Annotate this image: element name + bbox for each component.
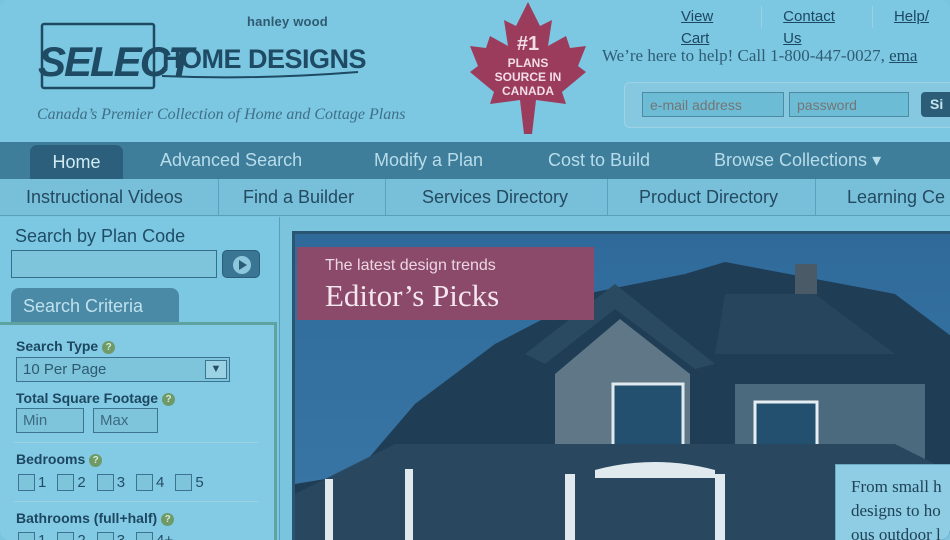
bathroom-option[interactable]: 1 (18, 532, 46, 540)
checkbox[interactable] (96, 532, 114, 540)
promo-text-box: From small h designs to ho ous outdoor l (835, 464, 950, 540)
bathrooms-label: Bathrooms (full+half)? (16, 510, 175, 526)
hero-banner[interactable]: The latest design trends Editor’s Picks … (292, 231, 950, 540)
bedroom-option[interactable]: 3 (96, 474, 126, 491)
badge-line-1: #1 (517, 33, 539, 55)
contact-us-link[interactable]: Contact Us (761, 6, 872, 47)
view-cart-link[interactable]: View Cart (660, 6, 761, 47)
page: hanley wood SELECT HOME DESIGNS Canada’s… (0, 0, 950, 540)
search-type-text: Search Type (16, 338, 99, 354)
email-link[interactable]: ema (889, 46, 917, 65)
main-nav: Home Advanced Search Modify a Plan Cost … (0, 142, 950, 179)
nav-instructional-videos[interactable]: Instructional Videos (26, 179, 183, 215)
checkbox[interactable] (18, 474, 35, 491)
bathroom-option[interactable]: 4+ (136, 532, 173, 540)
bedrooms-text: Bedrooms (16, 451, 86, 467)
badge-line-3: SOURCE IN (495, 70, 562, 84)
option-label: 2 (77, 474, 86, 491)
play-arrow-icon (233, 256, 251, 274)
option-label: 4 (156, 474, 165, 491)
bedroom-option[interactable]: 4 (136, 474, 164, 491)
email-field[interactable] (642, 92, 784, 117)
checkbox[interactable] (18, 532, 35, 540)
bathroom-options: 1 2 3 4+ (18, 532, 184, 540)
bedrooms-label: Bedrooms? (16, 451, 103, 467)
option-label: 5 (195, 474, 204, 491)
plan-code-input[interactable] (11, 250, 217, 278)
help-question-icon[interactable]: ? (162, 393, 176, 406)
search-type-label: Search Type? (16, 338, 116, 354)
nav-divider (815, 179, 816, 215)
sqft-label: Total Square Footage? (16, 390, 176, 406)
password-field[interactable] (789, 92, 909, 117)
search-type-value: 10 Per Page (23, 361, 107, 378)
plan-code-go-button[interactable] (222, 250, 260, 278)
bedroom-option[interactable]: 5 (175, 474, 204, 491)
utility-links: View Cart Contact Us Help/ (660, 6, 950, 47)
bedroom-options: 1 2 3 4 5 (18, 474, 215, 491)
sqft-max-input[interactable]: Max (93, 408, 158, 433)
help-question-icon[interactable]: ? (102, 341, 116, 354)
checkbox[interactable] (57, 474, 75, 491)
search-sidebar: Search by Plan Code Search Criteria Sear… (0, 217, 280, 540)
option-label: 3 (116, 474, 126, 491)
login-form: Si (624, 82, 950, 128)
nav-modify-a-plan[interactable]: Modify a Plan (374, 142, 483, 179)
checkbox[interactable] (136, 532, 154, 540)
nav-divider (385, 179, 386, 215)
badge-title: Editor’s Picks (325, 278, 500, 313)
help-question-icon[interactable]: ? (161, 513, 175, 526)
editors-picks-badge[interactable]: The latest design trends Editor’s Picks (297, 247, 594, 320)
option-label: 3 (117, 532, 125, 540)
sqft-text: Total Square Footage (16, 390, 159, 406)
option-label: 2 (77, 532, 85, 540)
plan-code-title: Search by Plan Code (15, 226, 186, 246)
promo-text: From small h designs to ho ous outdoor l (851, 477, 942, 540)
tagline: Canada’s Premier Collection of Home and … (37, 106, 406, 123)
option-label: 4+ (156, 532, 173, 540)
svg-text:HOME DESIGNS: HOME DESIGNS (162, 44, 366, 74)
option-label: 1 (38, 532, 46, 540)
select-home-designs-logo[interactable]: SELECT HOME DESIGNS (36, 20, 366, 100)
checkbox[interactable] (57, 532, 75, 540)
section-divider (14, 442, 258, 443)
checkbox[interactable] (136, 474, 154, 491)
nav-learning-center[interactable]: Learning Ce (847, 179, 945, 215)
bedroom-option[interactable]: 1 (18, 474, 46, 491)
chevron-down-icon[interactable]: ▼ (205, 360, 227, 379)
nav-cost-to-build[interactable]: Cost to Build (548, 142, 650, 179)
sign-in-button[interactable]: Si (921, 92, 950, 117)
checkbox[interactable] (96, 474, 114, 491)
bathroom-option[interactable]: 3 (96, 532, 125, 540)
sqft-min-input[interactable]: Min (16, 408, 84, 433)
nav-product-directory[interactable]: Product Directory (639, 179, 778, 215)
nav-advanced-search[interactable]: Advanced Search (160, 142, 302, 179)
bedroom-option[interactable]: 2 (57, 474, 86, 491)
badge-line-4: CANADA (502, 84, 554, 98)
nav-divider (607, 179, 608, 215)
help-text: We’re here to help! Call 1-800-447-0027,… (602, 46, 917, 66)
nav-services-directory[interactable]: Services Directory (422, 179, 568, 215)
nav-divider (218, 179, 219, 215)
nav-home[interactable]: Home (30, 145, 123, 179)
nav-browse-collections[interactable]: Browse Collections ▾ (714, 142, 881, 179)
help-question-icon[interactable]: ? (89, 454, 103, 467)
site-header: hanley wood SELECT HOME DESIGNS Canada’s… (0, 0, 950, 142)
checkbox[interactable] (175, 474, 193, 491)
search-type-select[interactable]: 10 Per Page ▼ (16, 357, 230, 382)
nav-find-a-builder[interactable]: Find a Builder (243, 179, 354, 215)
bathrooms-text: Bathrooms (full+half) (16, 510, 158, 526)
help-link[interactable]: Help/ (871, 6, 950, 28)
option-label: 1 (38, 474, 47, 491)
badge-kicker: The latest design trends (325, 257, 496, 274)
badge-line-2: PLANS (508, 56, 549, 70)
section-divider (14, 501, 258, 502)
maple-leaf-badge: #1 PLANS SOURCE IN CANADA (470, 2, 586, 134)
bathroom-option[interactable]: 2 (57, 532, 86, 540)
search-criteria-tab[interactable]: Search Criteria (11, 288, 179, 324)
secondary-nav: Instructional Videos Find a Builder Serv… (0, 179, 950, 216)
help-message: We’re here to help! Call 1-800-447-0027, (602, 46, 890, 65)
